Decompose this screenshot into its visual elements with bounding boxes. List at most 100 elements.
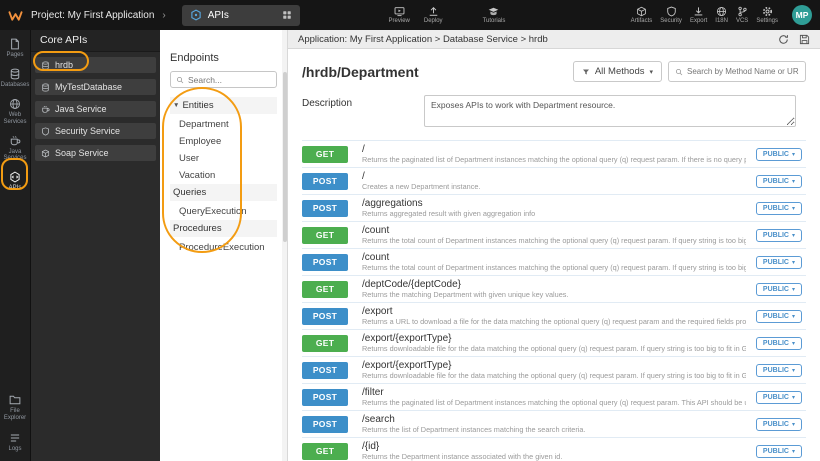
- api-endpoint-row[interactable]: POST / Creates a new Department instance. P…: [302, 168, 806, 195]
- deploy-button[interactable]: Deploy: [424, 6, 443, 24]
- methods-filter-dropdown[interactable]: All Methods ▾: [572, 61, 662, 82]
- database-icon: [41, 83, 50, 92]
- grid-icon[interactable]: [282, 10, 292, 20]
- topbar: Project: My First Application › APIs Pre…: [0, 0, 820, 30]
- endpoint-description: Returns aggregated result with given agg…: [362, 209, 536, 219]
- sidebar-item-file-explorer[interactable]: File Explorer: [0, 394, 30, 422]
- access-level-label: PUBLIC: [762, 204, 789, 212]
- description-textarea[interactable]: Exposes APIs to work with Department res…: [424, 95, 796, 127]
- core-api-item-soap-service[interactable]: Soap Service: [35, 145, 156, 161]
- api-endpoint-row[interactable]: GET / Returns the paginated list of Depart…: [302, 141, 806, 168]
- endpoints-search-input[interactable]: [188, 74, 271, 85]
- shield-icon: [41, 127, 50, 136]
- api-endpoint-row[interactable]: POST/filter Returns the paginated list of…: [302, 384, 806, 411]
- core-api-item-security-service[interactable]: Security Service: [35, 123, 156, 139]
- api-endpoint-row[interactable]: POST/aggregations Returns aggregated resu…: [302, 195, 806, 222]
- api-endpoint-row[interactable]: GET/count Returns the total count of Depa…: [302, 222, 806, 249]
- access-level-button[interactable]: PUBLIC ▾: [755, 390, 802, 404]
- access-level-button[interactable]: PUBLIC ▾: [755, 201, 802, 215]
- api-hexagon-icon: [190, 9, 202, 21]
- endpoint-item-employee[interactable]: Employee: [170, 133, 277, 150]
- caret-down-icon: ▼: [173, 102, 180, 109]
- api-endpoint-list: GET / Returns the paginated list of Depart…: [302, 140, 806, 461]
- caret-down-icon: ▾: [791, 421, 795, 428]
- api-endpoint-row[interactable]: GET/deptCode/{deptCode} Returns the match…: [302, 276, 806, 303]
- endpoint-item-department[interactable]: Department: [170, 116, 277, 133]
- api-endpoint-row[interactable]: POST/search Returns the list of Departmen…: [302, 411, 806, 438]
- caret-down-icon: ▾: [791, 259, 795, 266]
- endpoints-search: [170, 71, 277, 88]
- access-level-button[interactable]: PUBLIC ▾: [755, 228, 802, 242]
- endpoint-text: /count Returns the total count of Departm…: [362, 225, 746, 246]
- left-rail: Pages Databases Web Services Java Servic…: [0, 30, 30, 461]
- access-level-button[interactable]: PUBLIC ▾: [755, 147, 802, 161]
- user-avatar[interactable]: MP: [792, 5, 812, 25]
- endpoint-item-vacation[interactable]: Vacation: [170, 167, 277, 184]
- artifacts-button[interactable]: Artifacts: [631, 6, 652, 24]
- endpoint-item-queryexecution[interactable]: QueryExecution: [170, 203, 277, 220]
- vcs-button[interactable]: VCS: [736, 6, 748, 24]
- i18n-button[interactable]: I18N: [715, 6, 728, 24]
- tree-node-label: Employee: [179, 136, 222, 147]
- endpoint-text: /count Returns the total count of Departm…: [362, 252, 746, 273]
- access-level-label: PUBLIC: [762, 258, 789, 266]
- core-apis-title: Core APIs: [31, 30, 160, 52]
- workspace-tab-apis[interactable]: APIs: [181, 4, 300, 26]
- shield-icon: [666, 6, 677, 17]
- access-level-button[interactable]: PUBLIC ▾: [755, 336, 802, 350]
- core-api-item-java-service[interactable]: Java Service: [35, 101, 156, 117]
- access-level-label: PUBLIC: [762, 150, 789, 158]
- endpoint-group-procedures[interactable]: Procedures: [170, 220, 277, 237]
- topbar-center-actions: Preview Deploy Tutorials: [389, 6, 505, 24]
- core-api-item-mytestdatabase[interactable]: MyTestDatabase: [35, 79, 156, 95]
- sidebar-item-pages[interactable]: Pages: [0, 38, 30, 59]
- settings-button[interactable]: Settings: [756, 6, 778, 24]
- access-level-button[interactable]: PUBLIC ▾: [755, 363, 802, 377]
- sidebar-item-web-services[interactable]: Web Services: [0, 98, 30, 126]
- save-icon[interactable]: [799, 34, 810, 45]
- access-level-button[interactable]: PUBLIC ▾: [755, 174, 802, 188]
- chevron-right-icon[interactable]: ›: [162, 10, 165, 21]
- endpoint-path: /filter: [362, 386, 384, 398]
- endpoint-group-queries[interactable]: Queries: [170, 184, 277, 201]
- wavemaker-logo-icon[interactable]: [8, 8, 23, 23]
- method-badge: GET: [302, 442, 348, 460]
- sidebar-item-apis[interactable]: APIs: [0, 171, 30, 192]
- api-endpoint-row[interactable]: POST/export Returns a URL to download a f…: [302, 303, 806, 330]
- endpoint-group-entities[interactable]: ▼ Entities: [170, 97, 277, 114]
- access-level-button[interactable]: PUBLIC ▾: [755, 417, 802, 431]
- folder-icon: [9, 394, 21, 406]
- tree-node-label: QueryExecution: [179, 206, 247, 217]
- endpoint-item-procedureexecution[interactable]: ProcedureExecution: [170, 239, 277, 256]
- project-title[interactable]: Project: My First Application: [31, 10, 154, 21]
- api-endpoint-row[interactable]: GET/export/{exportType} Returns downloada…: [302, 330, 806, 357]
- access-level-button[interactable]: PUBLIC ▾: [755, 444, 802, 458]
- endpoint-description: Returns the list of Department instances…: [362, 425, 586, 435]
- sidebar-item-databases[interactable]: Databases: [0, 68, 30, 89]
- topbar-right-actions: Artifacts Security Export I18N VCS Setti…: [631, 6, 778, 24]
- method-search-input[interactable]: [687, 67, 799, 76]
- endpoint-text: /deptCode/{deptCode} Returns the matching…: [362, 279, 746, 300]
- api-endpoint-row[interactable]: GET /{id} Returns the Department instance …: [302, 438, 806, 461]
- preview-button[interactable]: Preview: [389, 6, 410, 24]
- access-level-label: PUBLIC: [762, 177, 789, 185]
- sidebar-item-java-services[interactable]: Java Services: [0, 135, 30, 163]
- api-endpoint-row[interactable]: POST/count Returns the total count of Dep…: [302, 249, 806, 276]
- export-button[interactable]: Export: [690, 6, 707, 24]
- security-button[interactable]: Security: [660, 6, 682, 24]
- endpoint-text: /export/{exportType} Returns downloadable…: [362, 360, 746, 381]
- endpoints-scrollbar-thumb[interactable]: [282, 72, 287, 242]
- refresh-icon[interactable]: [778, 34, 789, 45]
- funnel-icon: [582, 68, 590, 76]
- api-endpoint-row[interactable]: POST/export/{exportType} Returns download…: [302, 357, 806, 384]
- access-level-button[interactable]: PUBLIC ▾: [755, 309, 802, 323]
- logs-icon: [9, 432, 21, 444]
- endpoint-item-user[interactable]: User: [170, 150, 277, 167]
- description-label: Description: [302, 98, 353, 109]
- sidebar-item-logs[interactable]: Logs: [0, 432, 30, 453]
- access-level-button[interactable]: PUBLIC ▾: [755, 282, 802, 296]
- access-level-button[interactable]: PUBLIC ▾: [755, 255, 802, 269]
- method-badge: GET: [302, 145, 348, 163]
- core-api-item-hrdb[interactable]: hrdb: [35, 57, 156, 73]
- tutorials-button[interactable]: Tutorials: [483, 6, 505, 24]
